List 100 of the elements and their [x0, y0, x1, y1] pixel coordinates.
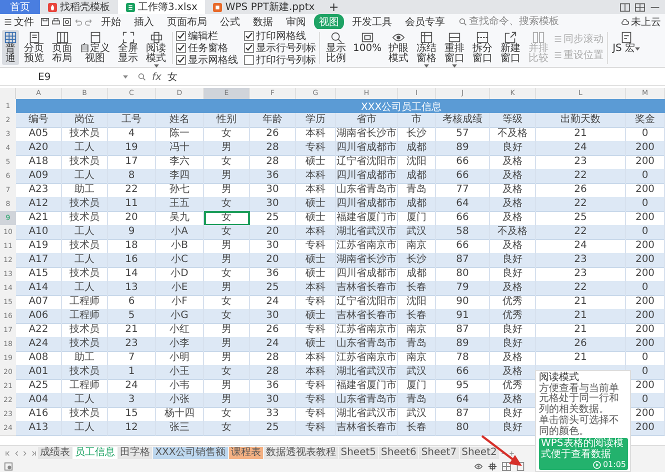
- checkbox-option[interactable]: 显示网格线: [176, 54, 238, 66]
- menu-tab[interactable]: 视图: [314, 14, 344, 30]
- search-field[interactable]: 查找命令、搜索模板: [459, 16, 561, 27]
- sheet-tab[interactable]: 成绩表: [38, 447, 72, 459]
- selected-cell[interactable]: 女: [204, 211, 250, 226]
- ribbon-button[interactable]: 显示比例: [323, 30, 349, 65]
- sheet-tab[interactable]: 员工信息: [73, 447, 118, 459]
- print-icon[interactable]: [52, 18, 60, 26]
- table-cell: 28: [250, 141, 296, 156]
- grid-icon[interactable]: [635, 2, 645, 12]
- table-cell: 四川省成都市: [336, 141, 398, 156]
- sheet-tab[interactable]: Sheet7: [419, 447, 459, 459]
- menu-tab[interactable]: 公式: [215, 14, 245, 30]
- sheet-tab[interactable]: Sheet2: [460, 447, 499, 459]
- new-tab-button[interactable]: +: [322, 0, 345, 14]
- menu-tab[interactable]: 插入: [129, 14, 159, 30]
- table-cell: 成都: [398, 197, 436, 212]
- view-button[interactable]: 全屏显示: [115, 30, 141, 65]
- table-cell: 22: [536, 281, 626, 296]
- save-icon[interactable]: [41, 18, 49, 26]
- sheet-tab[interactable]: 课程表: [228, 447, 263, 459]
- sheet-tab[interactable]: Sheet5: [338, 447, 378, 459]
- add-sheet-icon[interactable]: [509, 450, 515, 456]
- checkbox[interactable]: [244, 55, 254, 65]
- next-sheet-icon[interactable]: [22, 450, 28, 456]
- checkbox-option[interactable]: 编辑栏: [176, 30, 238, 42]
- previous-sheet-icon[interactable]: [14, 450, 20, 456]
- zoom-icon[interactable]: [138, 73, 146, 81]
- macro-button[interactable]: JS 宏: [610, 30, 642, 55]
- checkbox-option[interactable]: 打印行号列标: [244, 54, 316, 66]
- table-cell: 及格: [490, 393, 536, 408]
- play-icon: [592, 460, 601, 468]
- table-cell: 200: [626, 253, 665, 268]
- view-button[interactable]: 页面布局: [49, 30, 75, 65]
- name-box[interactable]: E9: [2, 72, 132, 82]
- view-button[interactable]: 阅读模式: [143, 30, 169, 69]
- caret-icon: [635, 47, 640, 51]
- table-cell: 58: [436, 225, 490, 240]
- sheet-tab[interactable]: XXX公司销售额: [153, 447, 228, 459]
- checkbox-option[interactable]: 任务窗格: [176, 42, 238, 54]
- table-cell: 女: [204, 421, 250, 436]
- menu-tab[interactable]: 审阅: [281, 14, 311, 30]
- checkbox[interactable]: [176, 31, 186, 41]
- menu-tab[interactable]: 开始: [96, 14, 126, 30]
- menu-tab[interactable]: 数据: [248, 14, 278, 30]
- sheet-tab[interactable]: Sheet6: [379, 447, 418, 459]
- table-cell: 本科: [296, 281, 336, 296]
- first-sheet-icon[interactable]: [5, 450, 11, 456]
- page-icon[interactable]: [516, 462, 525, 470]
- view-button[interactable]: 普通: [2, 30, 19, 65]
- ribbon-button[interactable]: 冻结窗格: [414, 30, 440, 69]
- table-cell: 工程师: [62, 309, 108, 324]
- checkbox[interactable]: [244, 43, 254, 53]
- ribbon-button[interactable]: 护眼模式: [386, 30, 412, 65]
- table-cell: 工人: [62, 225, 108, 240]
- table-cell: 小C: [156, 253, 204, 268]
- preview-icon[interactable]: [63, 18, 71, 26]
- lines-icon: [554, 51, 562, 59]
- column-heading: 年龄: [250, 113, 296, 128]
- checkbox-option[interactable]: 打印网格线: [244, 30, 316, 42]
- grid-icon[interactable]: [502, 462, 511, 470]
- table-cell: 本科: [296, 365, 336, 380]
- ribbon-button[interactable]: 新建窗口: [498, 30, 524, 65]
- document-tab[interactable]: 首页: [0, 0, 40, 14]
- checkbox[interactable]: [176, 55, 186, 65]
- formula-input[interactable]: 女: [167, 70, 663, 84]
- checkbox-option[interactable]: 显示行号列标: [244, 42, 316, 54]
- layout-icon[interactable]: [620, 2, 630, 12]
- script-icon: [620, 31, 633, 44]
- view-button[interactable]: 自定义视图: [77, 30, 113, 65]
- redo-icon[interactable]: [85, 18, 93, 26]
- table-cell: 0: [626, 281, 665, 296]
- view-button[interactable]: 分页预览: [21, 30, 47, 65]
- caret-icon: [452, 64, 458, 68]
- eye-icon[interactable]: [474, 462, 483, 470]
- ribbon-button[interactable]: 100%: [351, 30, 384, 55]
- menu-tab[interactable]: 页面布局: [162, 14, 212, 30]
- sheet-tab[interactable]: 数据透视表教程: [264, 447, 338, 459]
- last-sheet-icon[interactable]: [30, 450, 36, 456]
- undo-icon[interactable]: [74, 18, 82, 26]
- tooltip-title: 阅读模式: [539, 372, 580, 382]
- lines-icon: [554, 35, 562, 43]
- ribbon-button[interactable]: 拆分窗口: [470, 30, 496, 65]
- menu-tab[interactable]: 会员专享: [400, 14, 450, 30]
- menu-tab[interactable]: 开发工具: [347, 14, 397, 30]
- function-button[interactable]: fx: [152, 72, 162, 82]
- video-card[interactable]: WPS表格的阅读模式便于查看数据 01:05: [539, 438, 628, 470]
- sheet-tab[interactable]: 田字格: [118, 447, 152, 459]
- checkbox[interactable]: [176, 43, 186, 53]
- document-tab[interactable]: 工作簿3.xlsx: [118, 0, 206, 14]
- cloud-button[interactable]: 未上云: [621, 14, 661, 28]
- crosshair-icon[interactable]: [488, 462, 497, 470]
- table-cell: 工人: [62, 393, 108, 408]
- table-cell: A14: [16, 281, 62, 296]
- ribbon-button[interactable]: 重排窗口: [442, 30, 468, 69]
- eye-icon: [392, 31, 406, 44]
- checkbox[interactable]: [244, 31, 254, 41]
- table-cell: 良好: [490, 253, 536, 268]
- macro-record-icon[interactable]: [4, 462, 13, 470]
- file-menu-button[interactable]: 文件: [4, 14, 34, 28]
